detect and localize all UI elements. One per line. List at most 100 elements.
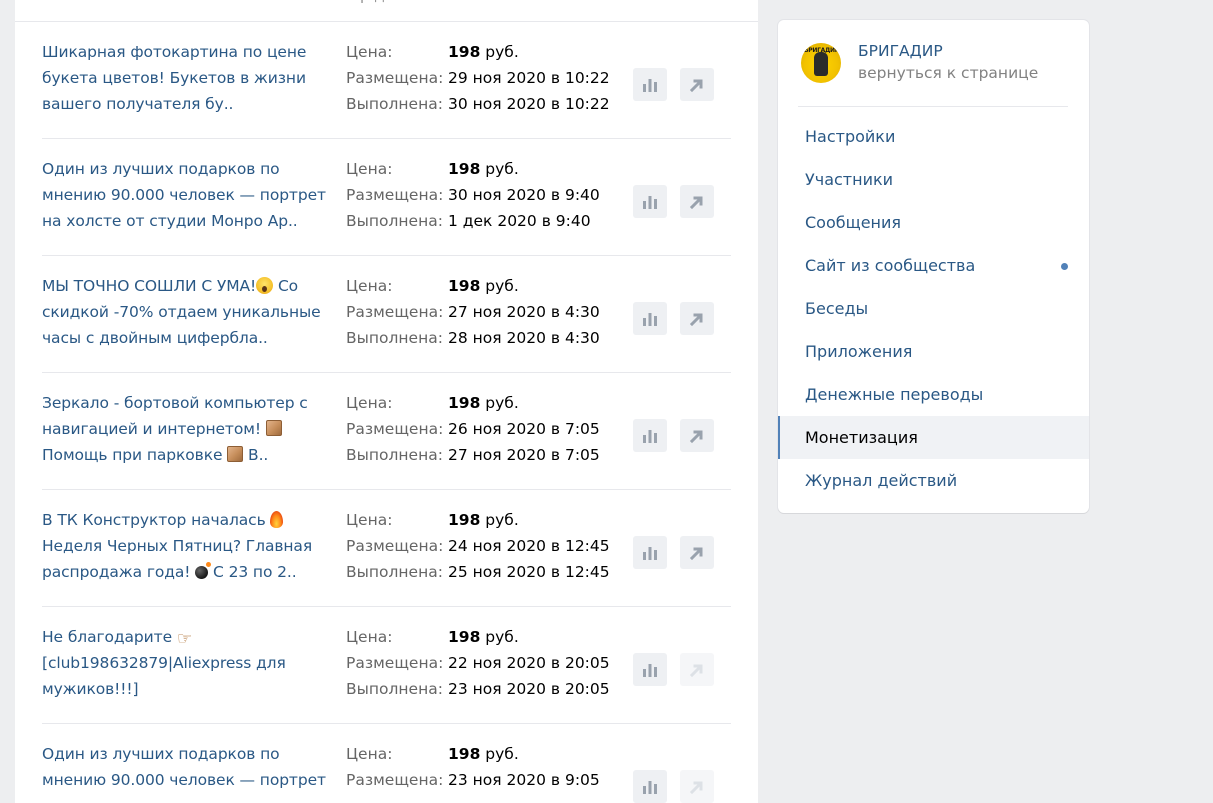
stats-button[interactable] [633,68,667,101]
ad-title-link[interactable]: Шикарная фотокартина по цене букета цвет… [42,39,332,117]
completed-label: Выполнена: [346,446,443,464]
completed-label: Выполнена: [346,95,443,113]
pointing-hand-emoji-icon: ☞ [176,629,192,649]
share-button[interactable] [680,536,714,569]
bar-chart-icon [643,312,657,326]
ad-title-line: Помощь при парковке [42,446,223,464]
posted-label: Размещена: [346,654,444,672]
price-value: 198 руб. [448,277,519,295]
ad-stats: Цена: 198 руб. Размещена: 22 ноя 2020 в 20… [346,624,636,702]
arrow-up-right-icon [690,313,703,326]
price-label: Цена: [346,43,393,61]
price-value: 198 руб. [448,160,519,178]
ad-title-line: Со [273,277,299,295]
ad-title-link[interactable]: Зеркало - бортовой компьютер с навигацие… [42,390,332,468]
share-button[interactable] [680,68,714,101]
ad-row: Шикарная фотокартина по цене букета цвет… [42,22,731,139]
settings-menu: Настройки Участники Сообщения Сайт из со… [778,115,1089,502]
bar-chart-icon [643,195,657,209]
ad-row: Один из лучших подарков по мнению 90.000… [42,139,731,256]
price-value: 198 руб. [448,511,519,529]
ad-title-line: В ТК Конструктор началась [42,511,266,529]
menu-item-settings[interactable]: Настройки [778,115,1089,158]
menu-item-monetization[interactable]: Монетизация [778,416,1089,459]
completed-value: 23 ноя 2020 в 20:05 [448,680,610,698]
share-button[interactable] [680,302,714,335]
share-button-disabled [680,653,714,686]
ad-stats: Цена: 198 руб. Размещена: 30 ноя 2020 в 9:… [346,156,636,234]
share-button[interactable] [680,185,714,218]
menu-item-money-transfers[interactable]: Денежные переводы [778,373,1089,416]
posted-label: Размещена: [346,186,444,204]
price-value: 198 руб. [448,628,519,646]
completed-label: Выполнена: [346,680,443,698]
arrow-up-right-icon [690,664,703,677]
menu-item-label: Сайт из сообщества [805,256,976,275]
menu-item-apps[interactable]: Приложения [778,330,1089,373]
avatar-figure [814,52,828,76]
ad-title-link[interactable]: Не благодарите ☞ [club198632879|Aliexpre… [42,624,332,702]
price-label: Цена: [346,745,393,763]
posted-value: 24 ноя 2020 в 12:45 [448,537,610,555]
ad-title-line: мужиков!!!] [42,680,139,698]
package-emoji-icon [265,420,282,436]
new-indicator-dot [1061,263,1068,270]
share-button-disabled [680,770,714,803]
ad-stats: Цена: 198 руб. Размещена: 23 ноя 2020 в 9:… [346,741,636,793]
arrow-up-right-icon [690,781,703,794]
menu-item-chats[interactable]: Беседы [778,287,1089,330]
posted-value: 29 ноя 2020 в 10:22 [448,69,610,87]
ad-row: МЫ ТОЧНО СОШЛИ С УМА! Со скидкой -70% от… [42,256,731,373]
bar-chart-icon [643,429,657,443]
ad-title-line: МЫ ТОЧНО СОШЛИ С УМА! [42,277,257,295]
price-label: Цена: [346,628,393,646]
stats-button[interactable] [633,653,667,686]
avatar[interactable]: БРИГАДИР [801,43,841,83]
ad-title-link[interactable]: МЫ ТОЧНО СОШЛИ С УМА! Со скидкой -70% от… [42,273,332,351]
ad-title-line: часы с двойным цифербла.. [42,329,268,347]
ad-title-line: букета цветов! Букетов в жизни [42,69,306,87]
ad-title-line: распродажа года! [42,563,191,581]
completed-label: Выполнена: [346,329,443,347]
stats-button[interactable] [633,302,667,335]
ads-list-panel: р д Шикарная фотокартина по цене букета … [15,0,758,803]
share-button[interactable] [680,419,714,452]
menu-item-messages[interactable]: Сообщения [778,201,1089,244]
ad-row: В ТК Конструктор началась Неделя Черных … [42,490,731,607]
stats-button[interactable] [633,419,667,452]
completed-label: Выполнена: [346,212,443,230]
ad-title-line: на холсте от студии Монро Ар.. [42,212,298,230]
posted-label: Размещена: [346,537,444,555]
ad-title-link[interactable]: Один из лучших подарков по мнению 90.000… [42,156,332,234]
completed-value: 30 ноя 2020 в 10:22 [448,95,610,113]
ad-title-link[interactable]: Один из лучших подарков по мнению 90.000… [42,741,332,793]
stats-button[interactable] [633,185,667,218]
ad-title-link[interactable]: В ТК Конструктор началась Неделя Черных … [42,507,332,585]
stats-button[interactable] [633,770,667,803]
ad-title-line: В.. [243,446,269,464]
menu-item-community-site[interactable]: Сайт из сообщества [778,244,1089,287]
arrow-up-right-icon [690,196,703,209]
menu-item-action-log[interactable]: Журнал действий [778,459,1089,502]
fire-emoji-icon [270,511,284,528]
posted-value: 30 ноя 2020 в 9:40 [448,186,600,204]
posted-value: 27 ноя 2020 в 4:30 [448,303,600,321]
ad-row: Не благодарите ☞ [club198632879|Aliexpre… [42,607,731,724]
back-to-page-link[interactable]: вернуться к странице [858,64,1038,82]
ad-stats: Цена: 198 руб. Размещена: 29 ноя 2020 в 10… [346,39,636,117]
ad-title-line: мнению 90.000 человек — портрет [42,186,326,204]
posted-value: 26 ноя 2020 в 7:05 [448,420,600,438]
completed-value: 25 ноя 2020 в 12:45 [448,563,610,581]
completed-value: 1 дек 2020 в 9:40 [448,212,591,230]
ad-title-line: Шикарная фотокартина по цене [42,43,307,61]
completed-value: 27 ноя 2020 в 7:05 [448,446,600,464]
stats-button[interactable] [633,536,667,569]
menu-item-members[interactable]: Участники [778,158,1089,201]
group-name-link[interactable]: БРИГАДИР [858,42,943,60]
bar-chart-icon [643,663,657,677]
ad-title-line: Один из лучших подарков по [42,745,280,763]
bar-chart-icon [643,780,657,794]
bomb-emoji-icon [195,562,212,579]
ad-title-line: С 23 по 2.. [208,563,297,581]
price-value: 198 руб. [448,394,519,412]
